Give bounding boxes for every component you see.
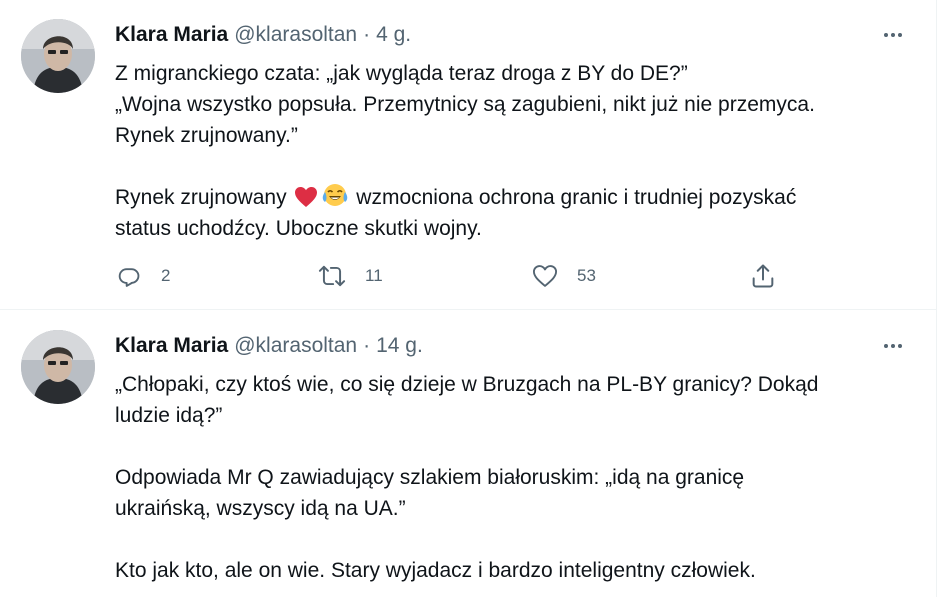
tweet-line: Odpowiada Mr Q zawiadujący szlakiem biał… <box>115 466 745 489</box>
tweet-line: status uchodźcy. Uboczne skutki wojny. <box>115 217 482 240</box>
share-button[interactable] <box>749 258 777 294</box>
author-name[interactable]: Klara Maria <box>115 23 228 47</box>
tweet-line: ukraińską, wszyscy idą na UA.” <box>115 497 406 520</box>
tweet-header: Klara Maria @klarasoltan · 14 g. <box>115 333 423 359</box>
tweet-line: „Chłopaki, czy ktoś wie, co się dzieje w… <box>115 373 819 396</box>
retweet-button[interactable]: 11 <box>317 258 383 294</box>
separator-dot: · <box>363 334 371 357</box>
tweet-line: Rynek zrujnowany.” <box>115 124 298 147</box>
tweet-text: „Chłopaki, czy ktoś wie, co się dzieje w… <box>115 369 915 586</box>
tweet-line-text: Rynek zrujnowany <box>115 186 287 209</box>
reply-icon <box>118 268 140 287</box>
retweet-icon <box>318 265 346 287</box>
avatar[interactable] <box>21 330 95 404</box>
author-name[interactable]: Klara Maria <box>115 334 228 358</box>
tweet-line: Rynek zrujnowany wzmocniona ochrona gran… <box>115 182 915 213</box>
like-button[interactable]: 53 <box>531 258 596 294</box>
tweet-line: Kto jak kto, ale on wie. Stary wyjadacz … <box>115 559 756 582</box>
heart-icon <box>532 265 558 287</box>
tweet-line-text: wzmocniona ochrona granic i trudniej poz… <box>356 186 797 209</box>
retweet-count: 11 <box>365 266 383 285</box>
face-with-tears-of-joy-icon <box>323 184 348 206</box>
tweet-text: Z migranckiego czata: „jak wygląda teraz… <box>115 58 915 244</box>
tweet-actions: 2 11 53 <box>115 258 795 294</box>
tweet-timestamp[interactable]: 14 g. <box>376 334 423 358</box>
share-icon <box>752 264 774 288</box>
tweet-timestamp[interactable]: 4 g. <box>376 23 411 47</box>
more-options-icon[interactable] <box>876 335 910 357</box>
timeline: Klara Maria @klarasoltan · 4 g. Z migran… <box>0 0 937 597</box>
avatar[interactable] <box>21 19 95 93</box>
tweet-line: Z migranckiego czata: „jak wygląda teraz… <box>115 62 688 85</box>
more-options-icon[interactable] <box>876 24 910 46</box>
reply-button[interactable]: 2 <box>115 258 170 294</box>
red-heart-icon <box>295 187 318 207</box>
tweet[interactable]: Klara Maria @klarasoltan · 4 g. Z migran… <box>0 0 936 310</box>
tweet-line: ludzie idą?” <box>115 404 223 427</box>
tweet-line: „Wojna wszystko popsuła. Przemytnicy są … <box>115 93 815 116</box>
tweet-header: Klara Maria @klarasoltan · 4 g. <box>115 22 411 48</box>
separator-dot: · <box>363 23 371 46</box>
reply-count: 2 <box>161 266 171 285</box>
author-handle[interactable]: @klarasoltan <box>234 334 357 358</box>
author-handle[interactable]: @klarasoltan <box>234 23 357 47</box>
like-count: 53 <box>577 266 596 285</box>
tweet[interactable]: Klara Maria @klarasoltan · 14 g. „Chłopa… <box>0 311 936 597</box>
